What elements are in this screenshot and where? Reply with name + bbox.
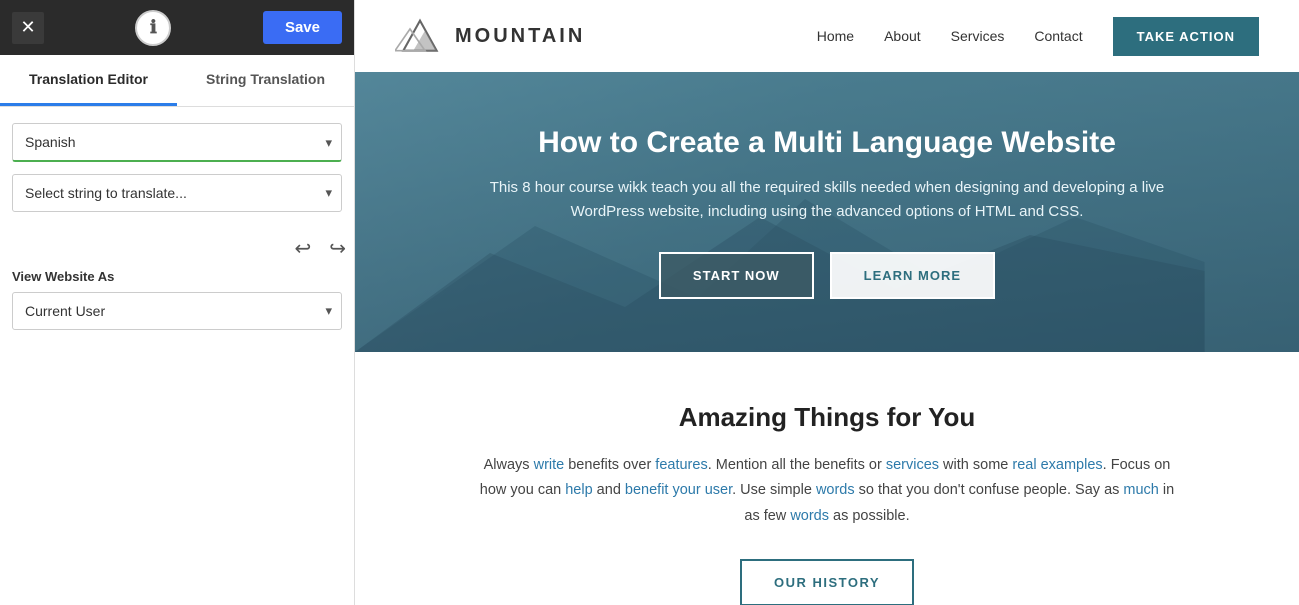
language-select-wrapper: Spanish French German Italian Portuguese… [12,123,342,162]
language-select[interactable]: Spanish French German Italian Portuguese [12,123,342,162]
view-website-section: View Website As Current User Admin Guest… [0,269,354,330]
section2-text: Always write benefits over features. Men… [477,453,1177,529]
nav-link-contact[interactable]: Contact [1034,28,1082,44]
text-link-help[interactable]: help [565,482,592,498]
hero-description: This 8 hour course wikk teach you all th… [477,176,1177,224]
info-button[interactable]: ℹ [135,10,171,46]
learn-more-button[interactable]: LEARN MORE [830,252,995,299]
text-link-much[interactable]: much [1123,482,1158,498]
nav-link-home[interactable]: Home [817,28,854,44]
tabs-bar: Translation Editor String Translation [0,55,354,107]
string-select[interactable]: Select string to translate... [12,174,342,212]
panel-body: Spanish French German Italian Portuguese… [0,107,354,228]
view-as-select[interactable]: Current User Admin Guest [12,292,342,330]
view-as-select-wrapper: Current User Admin Guest ▾ [12,292,342,330]
site-logo: MOUNTAIN [395,14,585,59]
save-button[interactable]: Save [263,11,342,44]
text-link-features[interactable]: features [655,457,707,473]
text-link-services[interactable]: services [886,457,939,473]
tab-string-translation[interactable]: String Translation [177,55,354,106]
nav-links: Home About Services Contact TAKE ACTION [817,17,1259,56]
mountain-logo-icon [395,14,445,59]
site-nav: MOUNTAIN Home About Services Contact TAK… [355,0,1299,72]
website-preview: MOUNTAIN Home About Services Contact TAK… [355,0,1299,605]
translation-panel: ✕ ℹ Save Translation Editor String Trans… [0,0,355,605]
text-link-benefit[interactable]: benefit your user [625,482,732,498]
view-website-label: View Website As [12,269,342,284]
tab-translation-editor[interactable]: Translation Editor [0,55,177,106]
logo-text: MOUNTAIN [455,25,585,48]
redo-button[interactable]: ↪ [325,232,350,265]
hero-section: How to Create a Multi Language Website T… [355,72,1299,352]
undo-redo-bar: ↩ ↪ [0,228,354,269]
close-button[interactable]: ✕ [12,12,44,44]
text-link-examples[interactable]: examples [1041,457,1103,473]
text-link-words2[interactable]: words [790,508,829,524]
top-bar: ✕ ℹ Save [0,0,354,55]
nav-link-services[interactable]: Services [951,28,1005,44]
text-link-write[interactable]: write [534,457,565,473]
text-link-words[interactable]: words [816,482,855,498]
undo-button[interactable]: ↩ [290,232,315,265]
section2-title: Amazing Things for You [415,402,1239,433]
hero-content: How to Create a Multi Language Website T… [477,126,1177,299]
hero-title: How to Create a Multi Language Website [477,126,1177,160]
nav-link-about[interactable]: About [884,28,921,44]
text-link-real[interactable]: real [1012,457,1036,473]
string-select-wrapper: Select string to translate... ▾ [12,174,342,212]
section2: Amazing Things for You Always write bene… [355,352,1299,605]
our-history-button[interactable]: OUR HISTORY [740,559,914,605]
start-now-button[interactable]: START NOW [659,252,814,299]
hero-buttons: START NOW LEARN MORE [477,252,1177,299]
take-action-button[interactable]: TAKE ACTION [1113,17,1259,56]
